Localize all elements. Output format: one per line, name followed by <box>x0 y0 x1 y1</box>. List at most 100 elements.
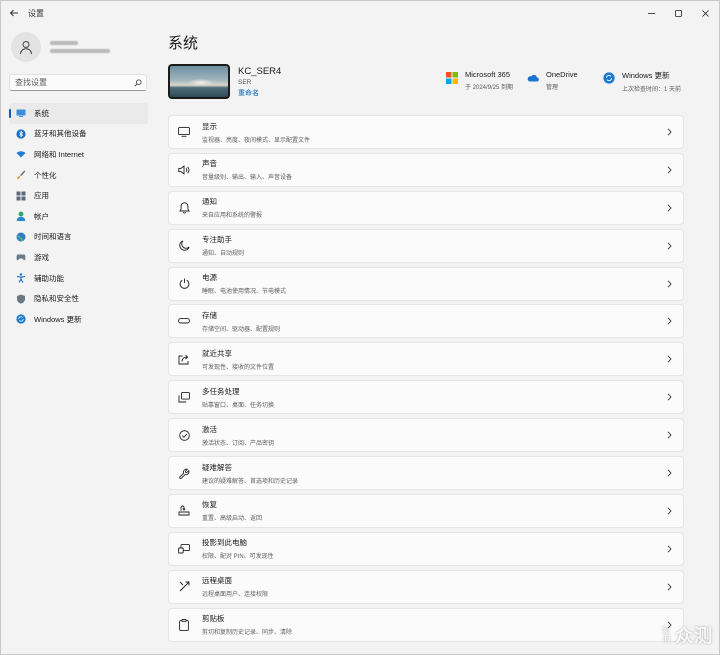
card-title: 远程桌面 <box>202 576 232 586</box>
search-input[interactable]: 查找设置 <box>15 77 130 88</box>
card-subtitle: 存储空间、驱动器、配置规则 <box>202 326 281 333</box>
card-subtitle: 监视器、亮度、夜间模式、显示配置文件 <box>202 137 311 144</box>
settings-card-focus-assist[interactable]: 专注助手通知、自动规则 <box>168 228 684 263</box>
settings-list: 显示监视器、亮度、夜间模式、显示配置文件 声音 音量级别、输出、输入、声音设备 通… <box>168 115 684 645</box>
sidebar-item-accessibility[interactable]: 辅助功能 <box>9 268 148 289</box>
title-bar: 设置 <box>1 1 719 25</box>
sidebar-item-privacy[interactable]: 隐私和安全性 <box>9 288 148 309</box>
settings-card-display[interactable]: 显示监视器、亮度、夜间模式、显示配置文件 <box>168 115 684 149</box>
search-box[interactable]: 查找设置 <box>9 74 147 91</box>
chevron-right-icon <box>665 165 673 175</box>
close-button[interactable] <box>692 1 719 25</box>
sidebar-item-accounts[interactable]: 帐户 <box>9 206 148 227</box>
quick-link-title: Microsoft 365 <box>465 70 511 79</box>
sidebar-item-bluetooth[interactable]: 蓝牙和其他设备 <box>9 124 148 145</box>
back-button[interactable] <box>2 1 26 25</box>
chevron-right-icon <box>665 279 673 289</box>
settings-card-clipboard[interactable]: 剪贴板 剪切和复制历史记录、同步、清除 <box>168 607 684 642</box>
chevron-right-icon <box>665 203 673 213</box>
display-icon <box>177 125 191 139</box>
card-title: 专注助手 <box>202 235 232 245</box>
sidebar-item-label: Windows 更新 <box>34 314 82 324</box>
card-title: 显示 <box>202 121 217 131</box>
device-header: KC_SER4 SER 重命名 Microsoft 365 于 2024/9/2… <box>168 64 684 100</box>
user-profile[interactable] <box>11 32 110 62</box>
sidebar-item-label: 游戏 <box>34 252 49 262</box>
settings-card-nearby-sharing[interactable]: 就近共享可发现性、接收的文件位置 <box>168 342 684 377</box>
settings-card-power[interactable]: 电源 睡眠、电池使用情况、节电模式 <box>168 266 684 301</box>
storage-icon <box>177 314 191 328</box>
settings-card-recovery[interactable]: 恢复重置、高级启动、返回 <box>168 493 684 528</box>
card-title: 剪贴板 <box>202 614 225 624</box>
quick-link-subtitle: 上次检查时间：1 天前 <box>622 87 682 93</box>
person-icon <box>16 211 26 222</box>
share-icon <box>177 352 191 366</box>
card-subtitle: 重置、高级启动、返回 <box>202 516 263 523</box>
watermark-small-text: 新浪 <box>662 625 672 644</box>
sidebar-item-apps[interactable]: 应用 <box>9 185 148 206</box>
search-icon[interactable] <box>130 79 146 87</box>
card-subtitle: 睡眠、电池使用情况、节电模式 <box>202 289 287 296</box>
chevron-right-icon <box>665 354 673 364</box>
sidebar-item-system[interactable]: 系统 <box>9 103 148 124</box>
settings-card-notifications[interactable]: 通知来自应用和系统的警报 <box>168 190 684 225</box>
sidebar-item-time-language[interactable]: 时间和语言 <box>9 227 148 248</box>
card-subtitle: 可发现性、接收的文件位置 <box>202 364 275 371</box>
settings-card-storage[interactable]: 存储存储空间、驱动器、配置规则 <box>168 304 684 339</box>
minimize-button[interactable] <box>638 1 665 25</box>
card-title: 通知 <box>202 197 217 207</box>
avatar <box>11 32 41 62</box>
settings-card-project-to-pc[interactable]: 投影到此电脑 权限、配对 PIN、可发现性 <box>168 531 684 566</box>
quick-link-subtitle: 于 2024/9/25 到期 <box>465 85 514 91</box>
bluetooth-icon <box>16 129 26 139</box>
card-title: 存储 <box>202 310 217 320</box>
back-arrow-icon <box>9 9 18 17</box>
quick-link-title: Windows 更新 <box>622 71 670 80</box>
device-thumbnail <box>168 64 230 99</box>
quick-link-subtitle: 管理 <box>546 85 559 91</box>
card-subtitle: 远程桌面用户、连接权限 <box>202 592 269 599</box>
sidebar-nav: 系统 蓝牙和其他设备 网络和 Internet 个性化 应用 帐户 时间和语言 … <box>9 103 148 330</box>
chevron-right-icon <box>665 582 673 592</box>
card-subtitle: 贴靠窗口、桌面、任务切换 <box>202 402 275 409</box>
sidebar-item-gaming[interactable]: 游戏 <box>9 247 148 268</box>
rename-link[interactable]: 重命名 <box>238 88 259 98</box>
card-title: 恢复 <box>202 500 217 510</box>
chevron-right-icon <box>665 127 673 137</box>
check-circle-icon <box>177 428 191 442</box>
card-subtitle: 来自应用和系统的警报 <box>202 213 263 220</box>
update-icon <box>603 72 615 84</box>
quick-link-onedrive[interactable]: OneDrive 管理 <box>527 70 578 91</box>
sidebar-item-label: 辅助功能 <box>34 273 64 283</box>
clipboard-icon <box>177 618 191 632</box>
card-title: 多任务处理 <box>202 386 240 396</box>
sidebar-item-network[interactable]: 网络和 Internet <box>9 144 148 165</box>
speaker-icon <box>177 163 191 177</box>
settings-card-troubleshoot[interactable]: 疑难解答 建议的疑难解答、首选项和历史记录 <box>168 456 684 491</box>
sidebar-item-personalization[interactable]: 个性化 <box>9 165 148 186</box>
maximize-button[interactable] <box>665 1 692 25</box>
chevron-right-icon <box>665 468 673 478</box>
page-title: 系统 <box>168 35 199 52</box>
settings-card-sound[interactable]: 声音 音量级别、输出、输入、声音设备 <box>168 152 684 187</box>
sidebar-item-windows-update[interactable]: Windows 更新 <box>9 309 148 330</box>
card-subtitle: 通知、自动规则 <box>202 251 245 258</box>
card-title: 激活 <box>202 424 217 434</box>
quick-link-windows-update[interactable]: Windows 更新 上次检查时间：1 天前 <box>603 70 681 93</box>
sidebar-item-label: 网络和 Internet <box>34 149 85 159</box>
app-title: 设置 <box>28 8 44 18</box>
project-icon <box>177 542 191 556</box>
recovery-icon <box>177 504 191 518</box>
quick-link-microsoft365[interactable]: Microsoft 365 于 2024/9/25 到期 <box>446 70 513 91</box>
card-title: 就近共享 <box>202 348 232 358</box>
settings-card-remote-desktop[interactable]: 远程桌面远程桌面用户、连接权限 <box>168 569 684 604</box>
chevron-right-icon <box>665 241 673 251</box>
settings-card-multitasking[interactable]: 多任务处理贴靠窗口、桌面、任务切换 <box>168 380 684 415</box>
sidebar: 查找设置 系统 蓝牙和其他设备 网络和 Internet 个性化 应用 帐户 时… <box>1 25 156 654</box>
card-subtitle: 建议的疑难解答、首选项和历史记录 <box>202 478 299 485</box>
accessibility-icon <box>16 273 26 283</box>
settings-card-activation[interactable]: 激活 激活状态、订阅、产品密钥 <box>168 418 684 453</box>
sidebar-item-label: 时间和语言 <box>34 232 72 242</box>
card-title: 投影到此电脑 <box>202 538 247 548</box>
sidebar-item-label: 系统 <box>34 108 49 118</box>
